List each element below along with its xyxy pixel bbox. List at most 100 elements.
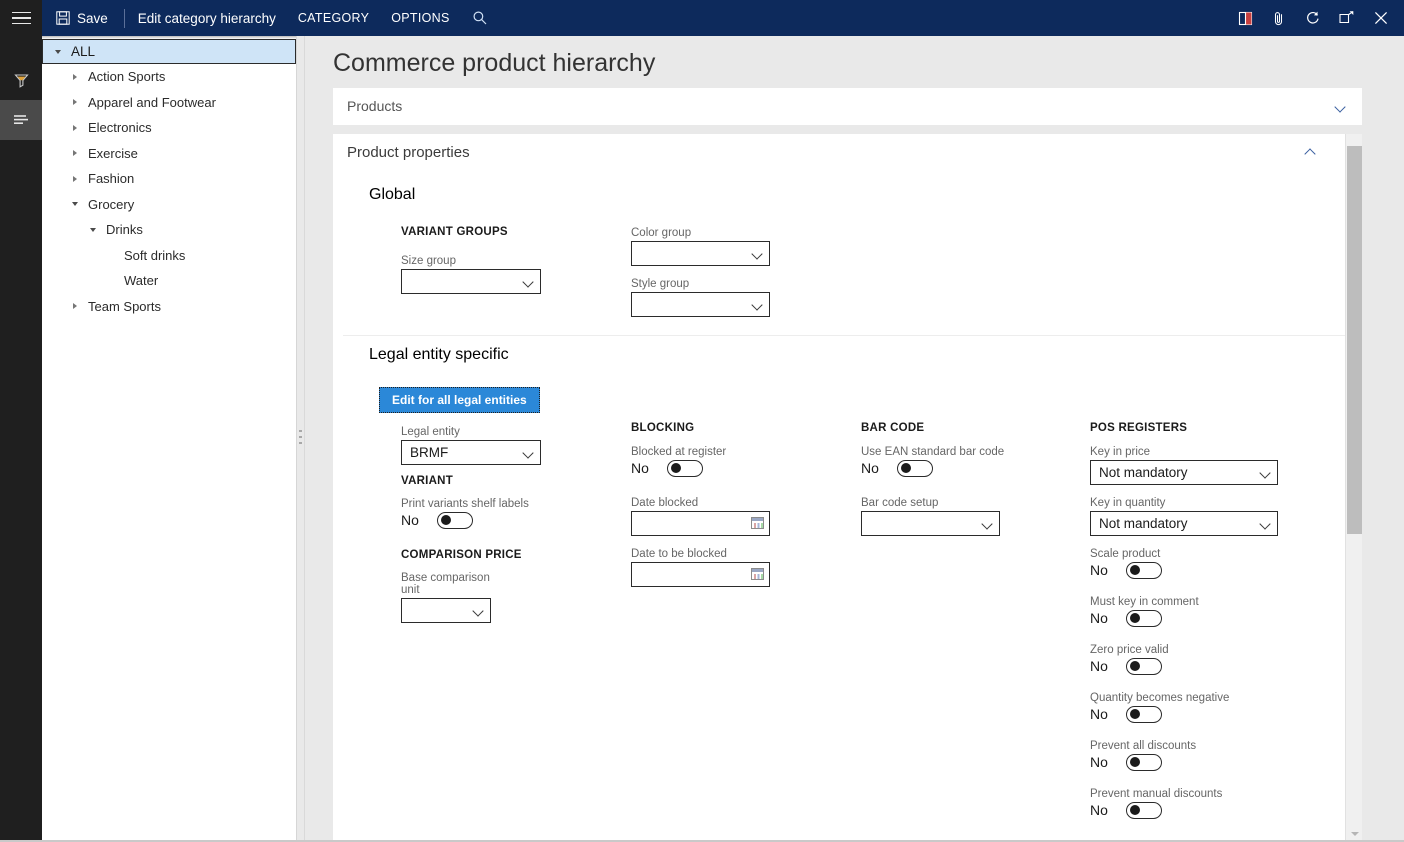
- tree-item[interactable]: Exercise: [42, 141, 296, 167]
- blocked-at-register-field[interactable]: Blocked at register No: [631, 446, 726, 477]
- blocked-at-register-label: Blocked at register: [631, 446, 726, 458]
- tree-item-label: Water: [117, 273, 158, 288]
- pos-toggle-field[interactable]: Prevent manual discountsNo: [1090, 788, 1229, 819]
- pos-toggle-switch[interactable]: [1126, 562, 1162, 579]
- legal-entity-field[interactable]: Legal entity BRMF: [401, 426, 541, 465]
- content-scrollbar[interactable]: [1345, 134, 1362, 842]
- global-group-title: Global: [369, 186, 415, 204]
- pos-toggle-value: No: [1090, 562, 1112, 578]
- open-in-new-window-button[interactable]: [1330, 0, 1364, 36]
- tab-category[interactable]: CATEGORY: [287, 0, 380, 36]
- collapse-triangle-icon[interactable]: [51, 45, 64, 58]
- key-in-price-label: Key in price: [1090, 446, 1278, 458]
- tree-item-label: Soft drinks: [117, 248, 185, 263]
- style-group-label: Style group: [631, 278, 770, 290]
- tree-item[interactable]: Fashion: [42, 166, 296, 192]
- calendar-icon[interactable]: [751, 517, 764, 529]
- style-group-field[interactable]: Style group: [631, 278, 770, 317]
- list-view-button[interactable]: [0, 100, 42, 140]
- size-group-field[interactable]: Size group: [401, 255, 541, 294]
- pos-toggle-field[interactable]: Must key in commentNo: [1090, 596, 1229, 627]
- chevron-up-icon[interactable]: [1305, 147, 1316, 158]
- date-blocked-label: Date blocked: [631, 497, 770, 509]
- pos-toggle-label: Zero price valid: [1090, 644, 1229, 656]
- base-comparison-unit-field[interactable]: Base comparison unit: [401, 572, 491, 623]
- tree-item[interactable]: Apparel and Footwear: [42, 90, 296, 116]
- key-in-price-field[interactable]: Key in price Not mandatory: [1090, 446, 1278, 485]
- pos-toggle-switch[interactable]: [1126, 754, 1162, 771]
- attachment-paperclip-icon: [1272, 11, 1287, 26]
- edit-for-all-legal-entities-button[interactable]: Edit for all legal entities: [379, 387, 540, 413]
- pos-toggle-switch[interactable]: [1126, 706, 1162, 723]
- chevron-down-icon[interactable]: [1335, 101, 1346, 112]
- use-ean-label: Use EAN standard bar code: [861, 446, 1004, 458]
- window-actions: [1228, 0, 1404, 36]
- tree-item[interactable]: Action Sports: [42, 64, 296, 90]
- pos-toggle-switch[interactable]: [1126, 802, 1162, 819]
- expand-triangle-icon[interactable]: [68, 121, 81, 134]
- chevron-down-icon[interactable]: [473, 607, 484, 614]
- tree-item[interactable]: Soft drinks: [42, 243, 296, 269]
- chevron-down-icon[interactable]: [523, 278, 534, 285]
- tree-item[interactable]: Water: [42, 268, 296, 294]
- save-button[interactable]: Save: [42, 0, 122, 36]
- pos-toggle-field[interactable]: Prevent all discountsNo: [1090, 740, 1229, 771]
- filter-button[interactable]: [0, 60, 42, 100]
- chevron-down-icon[interactable]: [1260, 469, 1271, 476]
- tree-item[interactable]: Grocery: [42, 192, 296, 218]
- expand-triangle-icon[interactable]: [68, 147, 81, 160]
- tree-item-label: Action Sports: [81, 69, 165, 84]
- chevron-down-icon[interactable]: [523, 449, 534, 456]
- expand-triangle-icon[interactable]: [68, 172, 81, 185]
- pos-registers-header: POS REGISTERS: [1090, 422, 1187, 434]
- expand-triangle-icon[interactable]: [68, 70, 81, 83]
- section-divider: [343, 335, 1353, 336]
- edit-category-hierarchy-button[interactable]: Edit category hierarchy: [127, 0, 287, 36]
- legal-entity-group-title: Legal entity specific: [369, 346, 509, 364]
- open-in-new-window-icon: [1339, 10, 1355, 26]
- use-ean-standard-bar-code-field[interactable]: Use EAN standard bar code No: [861, 446, 1004, 477]
- key-in-quantity-field[interactable]: Key in quantity Not mandatory: [1090, 497, 1278, 536]
- chevron-down-icon[interactable]: [752, 250, 763, 257]
- collapse-triangle-icon[interactable]: [68, 198, 81, 211]
- calendar-icon[interactable]: [751, 568, 764, 580]
- tree-item[interactable]: ALL: [42, 39, 296, 64]
- close-icon: [1373, 10, 1389, 26]
- pos-toggle-field[interactable]: Scale productNo: [1090, 548, 1229, 579]
- tree-item-label: Grocery: [81, 197, 134, 212]
- blocking-header: BLOCKING: [631, 422, 694, 434]
- tree-item[interactable]: Team Sports: [42, 294, 296, 320]
- blocked-at-register-toggle[interactable]: [667, 460, 703, 477]
- search-button[interactable]: [461, 0, 499, 36]
- expand-triangle-icon[interactable]: [68, 96, 81, 109]
- print-variants-shelf-labels-field[interactable]: Print variants shelf labels No: [401, 498, 529, 529]
- bar-code-setup-label: Bar code setup: [861, 497, 1000, 509]
- close-button[interactable]: [1364, 0, 1398, 36]
- scrollbar-thumb[interactable]: [1347, 146, 1362, 534]
- tab-options[interactable]: OPTIONS: [380, 0, 460, 36]
- chevron-down-icon[interactable]: [752, 301, 763, 308]
- tree-item[interactable]: Electronics: [42, 115, 296, 141]
- date-blocked-field[interactable]: Date blocked: [631, 497, 770, 536]
- pos-toggle-label: Prevent manual discounts: [1090, 788, 1229, 800]
- main-menu-button[interactable]: [0, 0, 42, 36]
- office-book-button[interactable]: [1228, 0, 1262, 36]
- products-section[interactable]: Products: [333, 88, 1362, 125]
- use-ean-toggle[interactable]: [897, 460, 933, 477]
- expand-triangle-icon[interactable]: [68, 300, 81, 313]
- pos-toggle-switch[interactable]: [1126, 610, 1162, 627]
- print-variants-toggle[interactable]: [437, 512, 473, 529]
- panel-splitter[interactable]: [297, 36, 305, 842]
- pos-toggle-field[interactable]: Quantity becomes negativeNo: [1090, 692, 1229, 723]
- chevron-down-icon[interactable]: [1260, 520, 1271, 527]
- tree-item[interactable]: Drinks: [42, 217, 296, 243]
- bar-code-setup-field[interactable]: Bar code setup: [861, 497, 1000, 536]
- pos-toggle-switch[interactable]: [1126, 658, 1162, 675]
- attachments-button[interactable]: [1262, 0, 1296, 36]
- color-group-field[interactable]: Color group: [631, 227, 770, 266]
- collapse-triangle-icon[interactable]: [86, 223, 99, 236]
- pos-toggle-field[interactable]: Zero price validNo: [1090, 644, 1229, 675]
- chevron-down-icon[interactable]: [982, 520, 993, 527]
- refresh-button[interactable]: [1296, 0, 1330, 36]
- date-to-be-blocked-field[interactable]: Date to be blocked: [631, 548, 770, 587]
